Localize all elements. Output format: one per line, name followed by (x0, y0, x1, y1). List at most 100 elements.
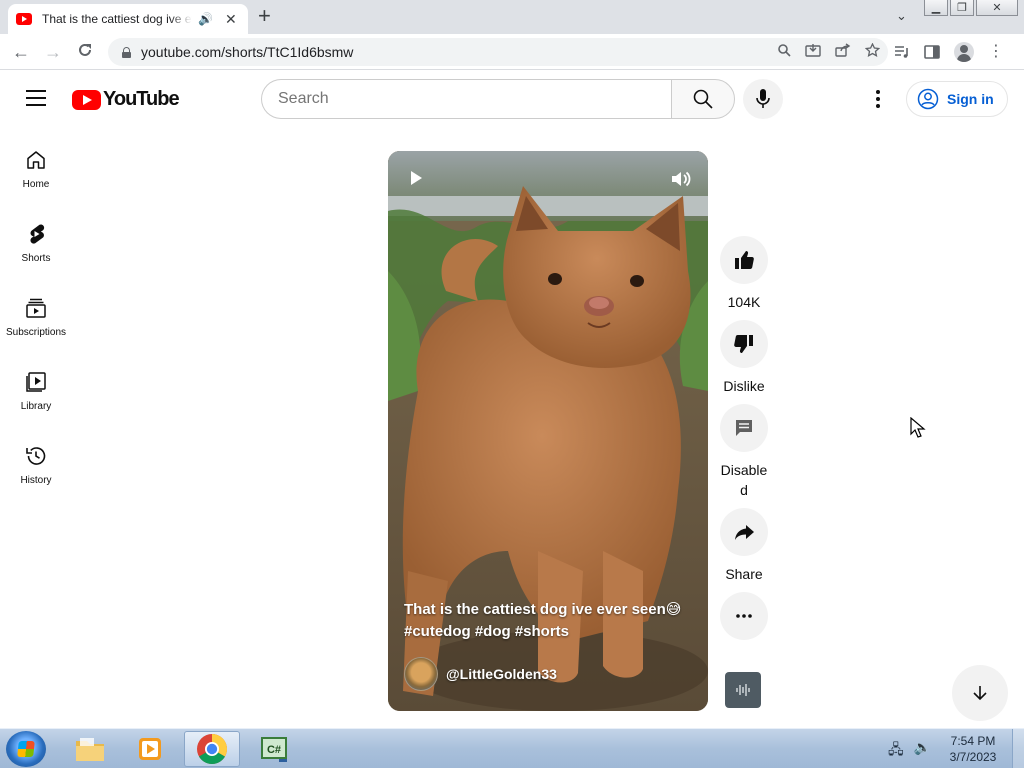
media-player-icon (139, 738, 161, 760)
share-page-icon[interactable] (835, 43, 851, 57)
browser-menu-icon[interactable]: ⋮ (988, 44, 1004, 60)
taskbar-clock[interactable]: 7:54 PM 3/7/2023 (942, 733, 1004, 765)
svg-text:C#: C# (267, 744, 281, 756)
comments-label: Disabled (720, 462, 768, 498)
youtube-logo[interactable]: YouTube (72, 88, 180, 111)
thumbs-up-icon (735, 251, 754, 269)
youtube-logo-text: YouTube (103, 88, 180, 110)
zoom-search-icon[interactable] (777, 43, 791, 57)
shorts-actions: 104K Dislike Disabled Share (720, 236, 768, 648)
taskbar-file-explorer[interactable] (62, 731, 118, 767)
next-short-button[interactable] (952, 665, 1008, 721)
start-button[interactable] (6, 731, 46, 767)
guide-item-library[interactable]: Library (0, 362, 72, 436)
shorts-video-player[interactable]: That is the cattiest dog ive ever seen😅 … (388, 151, 708, 711)
like-count: 104K (727, 294, 761, 310)
csharp-icon: C# (261, 737, 287, 762)
browser-tab-strip: That is the cattiest dog ive ever seen #… (0, 0, 1024, 34)
more-horizontal-icon (736, 614, 752, 618)
guide-label-shorts: Shorts (21, 253, 51, 264)
guide-item-shorts[interactable]: Shorts (0, 214, 72, 288)
side-panel-icon[interactable] (924, 45, 940, 59)
share-button[interactable] (720, 508, 768, 556)
caption-hashtags[interactable]: #cutedog #dog #shorts (404, 621, 694, 643)
windows-taskbar: C# 🖧 🔈 7:54 PM 3/7/2023 (0, 728, 1024, 768)
show-desktop-button[interactable] (1012, 729, 1024, 768)
guide-label-history: History (20, 475, 52, 486)
dislike-action: Dislike (720, 320, 768, 396)
forward-button[interactable]: → (42, 41, 64, 63)
guide-item-home[interactable]: Home (0, 140, 72, 214)
comment-icon (736, 420, 752, 436)
back-button[interactable]: ← (10, 41, 32, 63)
address-bar[interactable]: youtube.com/shorts/TtC1Id6bsmw (108, 38, 888, 66)
taskbar-media-player[interactable] (122, 731, 178, 767)
account-circle-icon (917, 88, 939, 110)
tab-title: That is the cattiest dog ive ever seen #… (42, 12, 192, 26)
sound-pivot-button[interactable] (725, 672, 761, 708)
clock-time: 7:54 PM (950, 734, 996, 748)
bookmark-star-icon[interactable] (865, 43, 880, 57)
home-icon (27, 151, 45, 169)
search-input[interactable] (261, 79, 671, 119)
system-tray: 🖧 🔈 (888, 739, 931, 763)
youtube-favicon-icon (16, 13, 32, 25)
guide-label-library: Library (20, 401, 52, 412)
library-icon (26, 372, 46, 392)
share-label: Share (725, 566, 763, 582)
folder-icon (76, 738, 104, 761)
mute-button[interactable] (670, 169, 692, 194)
youtube-play-logo-icon (72, 89, 101, 110)
tab-search-chevron-icon[interactable]: ⌄ (896, 8, 907, 24)
guide-item-history[interactable]: History (0, 436, 72, 510)
volume-tray-icon[interactable]: 🔈 (914, 739, 931, 763)
comments-button[interactable] (720, 404, 768, 452)
guide-item-subscriptions[interactable]: Subscriptions (0, 288, 72, 362)
media-control-icon[interactable] (894, 45, 910, 59)
share-action: Share (720, 508, 768, 584)
guide-label-home: Home (22, 179, 50, 190)
dislike-button[interactable] (720, 320, 768, 368)
toolbar-right-actions: ⋮ (894, 42, 1004, 62)
tab-close-icon[interactable]: ✕ (225, 11, 237, 28)
short-caption: That is the cattiest dog ive ever seen😅 … (404, 599, 694, 643)
play-button[interactable] (408, 169, 424, 192)
sign-in-label: Sign in (947, 91, 994, 107)
browser-tab[interactable]: That is the cattiest dog ive ever seen #… (8, 4, 248, 34)
like-action: 104K (720, 236, 768, 312)
taskbar-csharp-editor[interactable]: C# (246, 731, 302, 767)
subscriptions-icon (26, 298, 46, 318)
guide-menu-icon[interactable] (26, 90, 46, 106)
sign-in-button[interactable]: Sign in (906, 81, 1008, 117)
reload-icon (79, 43, 91, 56)
settings-kebab-icon[interactable] (868, 87, 888, 111)
install-app-icon[interactable] (805, 43, 821, 57)
mouse-cursor-icon (910, 417, 926, 438)
taskbar-chrome[interactable] (184, 731, 240, 767)
like-button[interactable] (720, 236, 768, 284)
chrome-icon (197, 734, 228, 765)
network-icon[interactable]: 🖧 (888, 739, 904, 763)
mini-guide: Home Shorts Subscriptions Library Histor… (0, 140, 72, 510)
voice-search-button[interactable] (743, 79, 783, 119)
omnibox-actions (777, 43, 880, 57)
more-options-button[interactable] (720, 592, 768, 640)
minimize-button[interactable]: ▁ (924, 0, 948, 16)
close-window-button[interactable]: ✕ (976, 0, 1018, 16)
browser-toolbar: ← → youtube.com/shorts/TtC1Id6bsmw ⋮ (0, 34, 1024, 70)
channel-link[interactable]: @LittleGolden33 (404, 657, 557, 691)
new-tab-button[interactable]: + (258, 5, 271, 27)
channel-avatar[interactable] (404, 657, 438, 691)
play-icon (411, 171, 422, 185)
profile-avatar-icon[interactable] (954, 42, 974, 62)
youtube-header: YouTube Sign in (0, 71, 1024, 127)
restore-button[interactable]: ❐ (950, 0, 974, 16)
search-button[interactable] (671, 79, 735, 119)
lock-icon[interactable] (122, 46, 131, 58)
url-text[interactable]: youtube.com/shorts/TtC1Id6bsmw (141, 44, 353, 60)
comments-action: Disabled (720, 404, 768, 500)
guide-label-subscriptions: Subscriptions (5, 327, 67, 338)
channel-handle[interactable]: @LittleGolden33 (446, 666, 557, 682)
reload-button[interactable] (74, 41, 96, 63)
tab-audio-icon[interactable]: 🔊 (198, 12, 213, 26)
